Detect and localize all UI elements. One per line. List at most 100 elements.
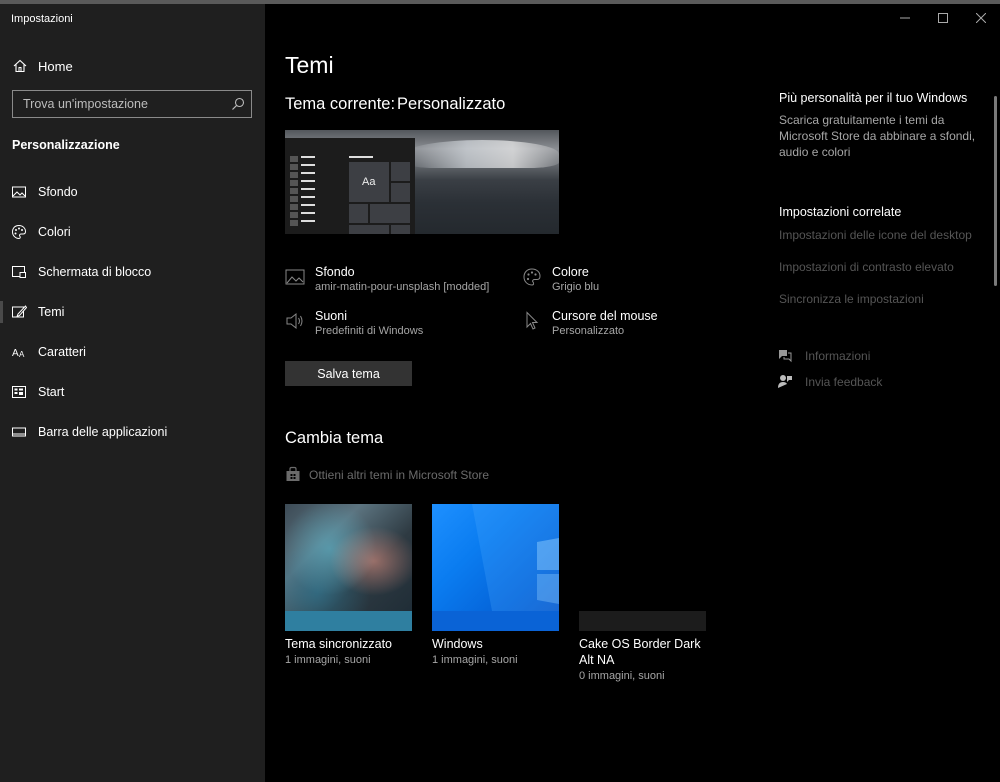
preview-list-line: [301, 204, 315, 206]
promo-title: Più personalità per il tuo Windows: [779, 91, 968, 105]
mouse-cursor-setting-value: Personalizzato: [552, 325, 625, 337]
picture-icon: [285, 269, 305, 285]
sidebar-item-colori[interactable]: Colori: [0, 215, 265, 249]
mouse-cursor-setting-name: Cursore del mouse: [552, 309, 658, 323]
related-link-sync-settings[interactable]: Sincronizza le impostazioni: [779, 292, 924, 306]
preview-tile: [391, 162, 410, 181]
feedback-label: Invia feedback: [805, 375, 883, 389]
minimize-button[interactable]: [886, 4, 924, 32]
app-title: Impostazioni: [11, 13, 73, 25]
current-theme-label: Tema corrente:: [285, 95, 396, 113]
sidebar-item-label: Barra delle applicazioni: [38, 425, 168, 439]
theme-details: 1 immagini, suoni: [432, 654, 518, 666]
help-info-label: Informazioni: [805, 349, 871, 363]
theme-name: Windows: [432, 637, 483, 651]
preview-list-line: [301, 164, 315, 166]
sidebar-item-caratteri[interactable]: AA Caratteri: [0, 335, 265, 369]
sounds-setting-name: Suoni: [315, 309, 347, 323]
sidebar-item-temi[interactable]: Temi: [0, 295, 265, 329]
maximize-button[interactable]: [924, 4, 962, 32]
font-icon: AA: [12, 348, 25, 359]
close-icon: [976, 13, 986, 23]
related-link-high-contrast[interactable]: Impostazioni di contrasto elevato: [779, 260, 954, 274]
maximize-icon: [938, 13, 948, 23]
window-controls: [886, 4, 1000, 32]
minimize-icon: [900, 17, 910, 19]
theme-accent-bar: [285, 611, 412, 631]
save-theme-button[interactable]: Salva tema: [285, 361, 412, 386]
preview-list-line: [301, 196, 315, 198]
feedback-person-icon: [778, 375, 792, 388]
preview-header-line: [349, 156, 373, 158]
promo-text: Scarica gratuitamente i temi da Microsof…: [779, 113, 976, 159]
store-link-label: Ottieni altri temi in Microsoft Store: [309, 468, 490, 482]
sounds-setting-value: Predefiniti di Windows: [315, 325, 424, 337]
sidebar-item-label: Caratteri: [38, 345, 86, 359]
background-setting[interactable]: Sfondo amir-matin-pour-unsplash [modded]: [285, 265, 505, 299]
search-box[interactable]: [12, 90, 252, 118]
sidebar-item-label: Sfondo: [38, 185, 78, 199]
close-button[interactable]: [962, 4, 1000, 32]
preview-list-line: [301, 188, 315, 190]
sidebar-item-label: Schermata di blocco: [38, 265, 152, 279]
svg-text:A: A: [12, 348, 19, 359]
preview-tile: [391, 225, 410, 234]
theme-thumbnail: [432, 504, 559, 631]
theme-details: 0 immagini, suoni: [579, 670, 665, 682]
feedback-link[interactable]: Invia feedback: [777, 372, 977, 392]
background-setting-value: amir-matin-pour-unsplash [modded]: [315, 281, 490, 293]
preview-list-line: [301, 212, 315, 214]
sidebar-item-sfondo[interactable]: Sfondo: [0, 175, 265, 209]
scrollbar[interactable]: [994, 96, 997, 286]
color-setting-name: Colore: [552, 265, 589, 279]
sidebar-item-label: Colori: [38, 225, 71, 239]
related-settings-title: Impostazioni correlate: [779, 205, 902, 219]
preview-wallpaper-snow: [405, 140, 559, 168]
theme-thumbnail: [579, 504, 706, 631]
preview-list-line: [301, 180, 315, 182]
chat-help-icon: [779, 350, 792, 363]
section-title: Personalizzazione: [12, 138, 120, 152]
home-label: Home: [38, 59, 73, 74]
theme-name: Cake OS Border Dark Alt NA: [579, 637, 701, 667]
speaker-icon: [286, 312, 303, 330]
current-theme-heading: Tema corrente: Personalizzato: [285, 95, 505, 114]
color-setting[interactable]: Colore Grigio blu: [522, 265, 742, 299]
search-icon[interactable]: [231, 97, 245, 111]
preview-tile: [391, 183, 410, 202]
preview-tile-text: Aa: [362, 176, 376, 188]
preview-tile: [349, 225, 389, 234]
palette-icon: [523, 268, 541, 286]
sidebar-item-barra-delle-applicazioni[interactable]: Barra delle applicazioni: [0, 415, 265, 449]
preview-list: [291, 156, 315, 228]
main-content: Temi Tema corrente: Personalizzato Aa Sf…: [265, 4, 1000, 782]
sidebar-item-start[interactable]: Start: [0, 375, 265, 409]
brush-icon: [12, 305, 27, 318]
page-title: Temi: [285, 52, 334, 78]
help-info-link[interactable]: Informazioni: [777, 346, 977, 366]
current-theme-value: Personalizzato: [397, 95, 506, 113]
theme-thumbnail: [285, 504, 412, 631]
preview-list-line: [301, 172, 315, 174]
preview-list-line: [301, 220, 315, 222]
theme-preview: Aa: [285, 130, 559, 234]
sidebar: Impostazioni Home Personalizzazione Sfon…: [0, 4, 265, 782]
picture-icon: [12, 186, 26, 198]
store-themes-link[interactable]: Ottieni altri temi in Microsoft Store: [285, 465, 545, 485]
mouse-cursor-setting[interactable]: Cursore del mouse Personalizzato: [522, 309, 742, 343]
taskbar-icon: [12, 427, 26, 437]
home-icon: [13, 59, 27, 73]
mouse-cursor-icon: [526, 311, 539, 330]
lock-screen-icon: [12, 266, 26, 278]
sidebar-item-label: Start: [38, 385, 65, 399]
sidebar-item-label: Temi: [38, 305, 65, 319]
start-icon: [12, 386, 26, 398]
svg-text:A: A: [19, 350, 25, 359]
sounds-setting[interactable]: Suoni Predefiniti di Windows: [285, 309, 505, 343]
search-input[interactable]: [13, 91, 223, 117]
home-nav-item[interactable]: Home: [0, 52, 265, 82]
sidebar-item-schermata-di-blocco[interactable]: Schermata di blocco: [0, 255, 265, 289]
related-link-desktop-icons[interactable]: Impostazioni delle icone del desktop: [779, 228, 972, 242]
store-bag-icon: [286, 466, 300, 481]
theme-accent-bar: [432, 611, 559, 631]
